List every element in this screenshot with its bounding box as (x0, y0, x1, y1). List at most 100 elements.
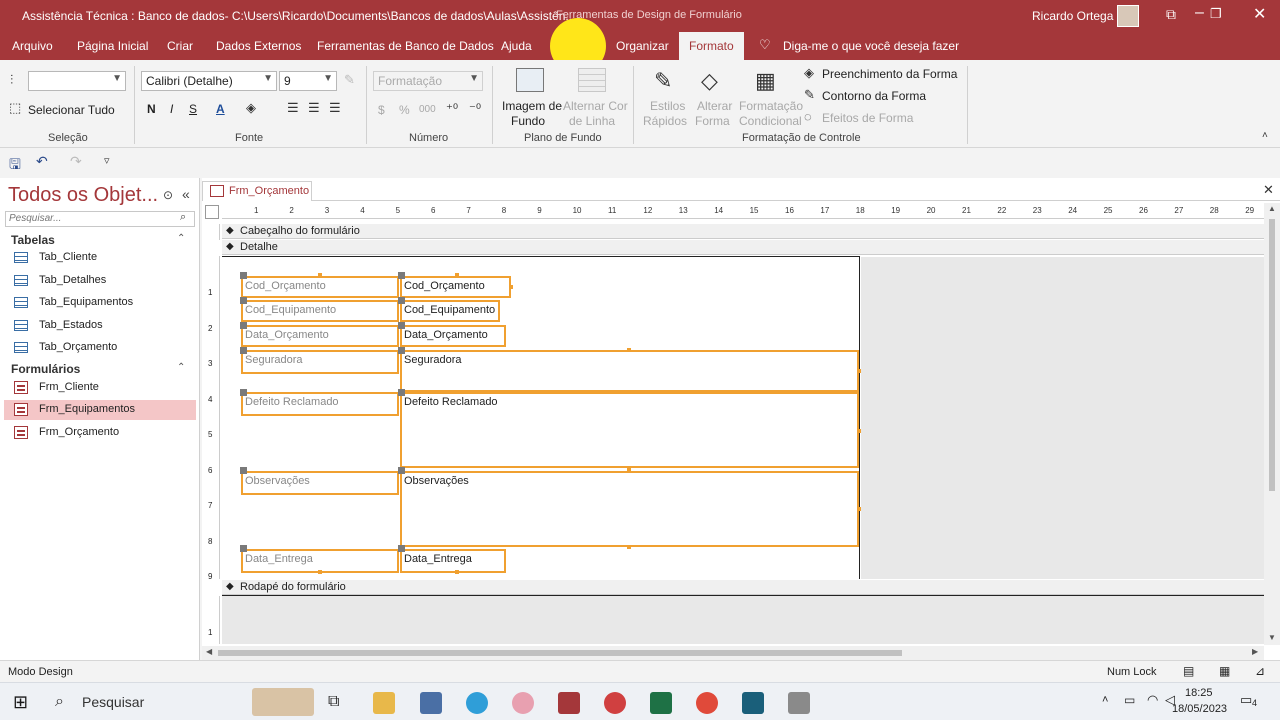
tools-icon[interactable] (788, 692, 810, 714)
document-tab[interactable]: Frm_Orçamento (202, 181, 312, 201)
label-defeito-reclamado[interactable]: Defeito Reclamado (241, 392, 399, 416)
move-handle[interactable] (398, 389, 405, 396)
move-handle[interactable] (398, 297, 405, 304)
move-handle[interactable] (398, 467, 405, 474)
minimize-icon[interactable]: – (1195, 4, 1204, 22)
access-icon[interactable] (558, 692, 580, 714)
app-icon[interactable] (742, 692, 764, 714)
chevron-up-icon[interactable]: ⌃ (177, 362, 185, 373)
move-handle[interactable] (398, 347, 405, 354)
font-family-combo[interactable]: Calibri (Detalhe) ▼ (141, 71, 277, 91)
label-observacoes[interactable]: Observações (241, 471, 399, 495)
currency-button[interactable]: $ (378, 103, 385, 117)
size-handle[interactable] (857, 369, 861, 373)
tab-formato[interactable]: Formato (679, 32, 744, 60)
battery-icon[interactable]: ▭ (1124, 693, 1135, 707)
nav-section-formularios[interactable]: Formulários (11, 362, 80, 376)
horizontal-scroll-thumb[interactable] (218, 650, 902, 656)
number-format-combo[interactable]: Formatação ▼ (373, 71, 483, 91)
section-bar-header[interactable]: ◆ Cabeçalho do formulário (222, 224, 1264, 239)
thousands-button[interactable]: 000 (419, 104, 436, 115)
tell-me-box[interactable]: Diga-me o que você deseja fazer (783, 39, 959, 53)
move-handle[interactable] (398, 545, 405, 552)
nav-item-tab-orcamento[interactable]: Tab_Orçamento (4, 338, 196, 358)
fill-color-icon[interactable]: ◈ (246, 100, 256, 116)
design-view-icon[interactable]: ⊿ (1255, 664, 1265, 678)
task-view-icon[interactable]: ⧉ (328, 693, 339, 711)
screen-recorder-icon[interactable] (604, 692, 626, 714)
alternate-row-color-button[interactable]: Alternar Cor (563, 99, 628, 113)
quick-styles-button[interactable]: Estilos (650, 99, 685, 113)
clock-time[interactable]: 18:25 (1185, 687, 1213, 699)
move-handle[interactable] (240, 272, 247, 279)
chevron-up-icon[interactable]: ˄ (1102, 694, 1108, 706)
textbox-data-entrega[interactable]: Data_Entrega (400, 549, 506, 573)
user-avatar[interactable] (1117, 5, 1139, 27)
nav-section-tabelas[interactable]: Tabelas (11, 233, 55, 247)
change-shape-button[interactable]: Alterar (697, 99, 732, 113)
move-handle[interactable] (240, 467, 247, 474)
label-data-orcamento[interactable]: Data_Orçamento (241, 325, 399, 347)
wifi-icon[interactable]: ◠ (1147, 692, 1158, 708)
size-handle[interactable] (857, 429, 861, 433)
size-handle[interactable] (455, 273, 459, 277)
customize-qat-icon[interactable]: ▿ (104, 154, 110, 167)
font-color-button[interactable]: A (216, 102, 225, 116)
size-handle[interactable] (455, 570, 459, 574)
chrome-icon[interactable] (696, 692, 718, 714)
background-image-button[interactable]: Imagem de (502, 99, 562, 113)
move-handle[interactable] (240, 347, 247, 354)
move-handle[interactable] (240, 389, 247, 396)
restore-icon[interactable]: ❐ (1210, 6, 1222, 22)
align-center-icon[interactable]: ☰ (308, 100, 320, 116)
select-all-button[interactable]: Selecionar Tudo (28, 103, 115, 117)
excel-icon[interactable] (650, 692, 672, 714)
nav-item-tab-estados[interactable]: Tab_Estados (4, 316, 196, 336)
close-window-icon[interactable]: ✕ (1253, 4, 1266, 24)
italic-button[interactable]: I (170, 102, 173, 116)
ribbon-display-icon[interactable]: ⧉ (1166, 6, 1176, 23)
scroll-right-icon[interactable]: ▶ (1252, 647, 1258, 656)
textbox-defeito-reclamado[interactable]: Defeito Reclamado (400, 392, 859, 468)
shape-effects-button[interactable]: Efeitos de Forma (822, 111, 913, 125)
size-handle[interactable] (509, 285, 513, 289)
decrease-decimal-icon[interactable]: ⁻⁰ (469, 101, 481, 117)
size-handle[interactable] (627, 545, 631, 549)
vertical-scrollbar[interactable]: ▲ ▼ (1264, 203, 1280, 645)
form-selector[interactable] (205, 205, 219, 219)
undo-icon[interactable]: ↶ (36, 153, 48, 170)
label-seguradora[interactable]: Seguradora (241, 350, 399, 374)
snipping-tool-icon[interactable] (512, 692, 534, 714)
scroll-left-icon[interactable]: ◀ (206, 647, 212, 656)
nav-menu-icon[interactable]: ⊙ (163, 188, 173, 202)
clock-date[interactable]: 18/05/2023 (1172, 703, 1227, 715)
label-cod-equipamento[interactable]: Cod_Equipamento (241, 300, 399, 322)
shape-fill-button[interactable]: Preenchimento da Forma (822, 67, 957, 81)
shape-outline-button[interactable]: Contorno da Forma (822, 89, 926, 103)
calculator-icon[interactable] (420, 692, 442, 714)
move-handle[interactable] (398, 322, 405, 329)
textbox-data-orcamento[interactable]: Data_Orçamento (400, 325, 506, 347)
textbox-cod-equipamento[interactable]: Cod_Equipamento (400, 300, 500, 322)
nav-search-input[interactable]: Pesquisar... (5, 211, 195, 227)
section-bar-footer[interactable]: ◆ Rodapé do formulário (222, 580, 1264, 595)
move-handle[interactable] (240, 297, 247, 304)
textbox-observacoes[interactable]: Observações (400, 471, 859, 547)
textbox-seguradora[interactable]: Seguradora (400, 350, 859, 392)
size-handle[interactable] (318, 570, 322, 574)
collapse-ribbon-icon[interactable]: ˄ (1262, 130, 1268, 141)
underline-button[interactable]: S (189, 102, 197, 116)
edge-icon[interactable] (466, 692, 488, 714)
tab-ferramentas-banco[interactable]: Ferramentas de Banco de Dados (317, 39, 494, 53)
move-handle[interactable] (398, 272, 405, 279)
windows-start-icon[interactable]: ⊞ (13, 692, 28, 713)
align-right-icon[interactable]: ☰ (329, 100, 341, 116)
tab-arquivo[interactable]: Arquivo (12, 39, 53, 53)
tab-pagina-inicial[interactable]: Página Inicial (77, 39, 148, 53)
nav-item-frm-cliente[interactable]: Frm_Cliente (4, 378, 196, 398)
search-icon[interactable]: ⌕ (180, 211, 186, 224)
layout-view-icon[interactable]: ▦ (1219, 664, 1230, 678)
form-view-icon[interactable]: ▤ (1183, 664, 1194, 678)
section-bar-detail[interactable]: ◆ Detalhe (222, 240, 1264, 255)
chevron-up-icon[interactable]: ⌃ (177, 233, 185, 244)
